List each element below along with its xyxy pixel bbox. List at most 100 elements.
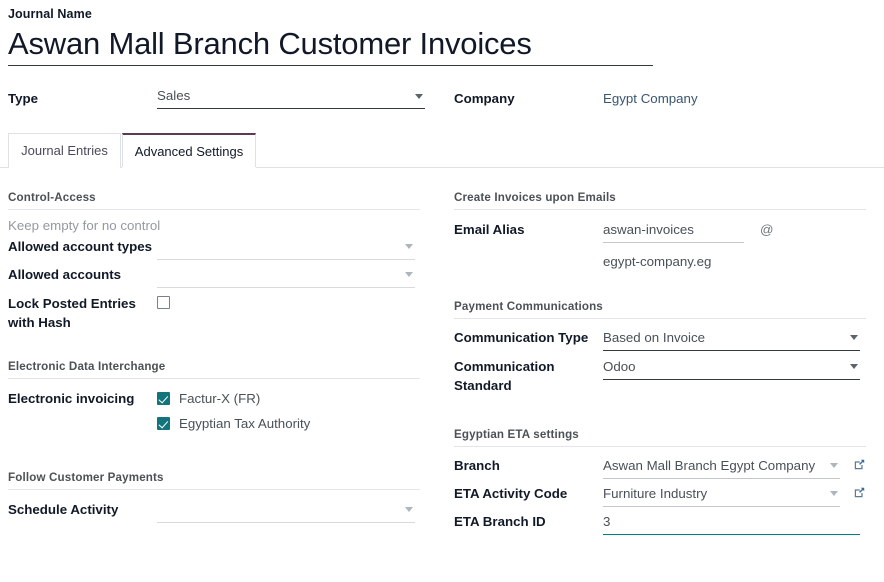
- chevron-down-icon: [830, 463, 838, 468]
- communication-standard-underline: [603, 379, 860, 380]
- section-create-invoices-emails: Create Invoices upon Emails Email Alias …: [454, 190, 866, 271]
- tab-advanced-settings-label: Advanced Settings: [134, 143, 244, 159]
- field-eta-activity-code: ETA Activity Code Furniture Industry: [454, 484, 866, 507]
- branch-internal-link-button[interactable]: [853, 456, 866, 476]
- chevron-down-icon: [405, 272, 413, 277]
- section-follow-customer-payments: Follow Customer Payments Schedule Activi…: [8, 470, 420, 523]
- section-control-access-title: Control-Access: [8, 191, 96, 204]
- edi-option-row[interactable]: Egyptian Tax Authority: [157, 414, 310, 433]
- electronic-invoicing-label: Electronic invoicing: [8, 391, 135, 406]
- type-select-value: Sales: [157, 88, 191, 103]
- email-alias-input[interactable]: aswan-invoices: [603, 220, 744, 243]
- allowed-account-types-select[interactable]: [157, 237, 415, 260]
- section-control-access: Control-Access Keep empty for no control…: [8, 190, 420, 332]
- branch-select[interactable]: Aswan Mall Branch Egypt Company: [603, 456, 840, 479]
- email-alias-value: aswan-invoices: [603, 222, 694, 237]
- allowed-accounts-value: [157, 265, 415, 284]
- communication-standard-label: Communication Standard: [454, 359, 555, 393]
- tab-journal-entries-label: Journal Entries: [21, 143, 108, 158]
- tab-journal-entries[interactable]: Journal Entries: [8, 133, 121, 168]
- lock-posted-entries-checkbox[interactable]: [157, 294, 170, 314]
- at-symbol: @: [760, 222, 774, 237]
- journal-name-underline: [8, 65, 653, 66]
- field-schedule-activity: Schedule Activity: [8, 500, 420, 523]
- external-link-icon[interactable]: [853, 486, 866, 499]
- schedule-activity-value: [157, 500, 415, 519]
- communication-standard-select[interactable]: Odoo: [603, 357, 860, 380]
- allowed-account-types-label: Allowed account types: [8, 239, 153, 254]
- section-edi-title: Electronic Data Interchange: [8, 360, 166, 373]
- section-payment-communications: Payment Communications Communication Typ…: [454, 299, 866, 395]
- tab-advanced-settings[interactable]: Advanced Settings: [122, 133, 256, 169]
- chevron-down-icon: [850, 335, 858, 340]
- section-emails-rule: [454, 209, 866, 210]
- communication-type-select[interactable]: Based on Invoice: [603, 328, 860, 351]
- section-emails-title: Create Invoices upon Emails: [454, 191, 616, 204]
- allowed-accounts-select[interactable]: [157, 265, 415, 288]
- checkbox-checked-icon[interactable]: [157, 417, 170, 430]
- tab-bar: Journal Entries Advanced Settings: [0, 133, 884, 169]
- eta-activity-code-underline: [603, 506, 840, 507]
- eta-branch-id-value: 3: [603, 514, 611, 529]
- field-electronic-invoicing: Electronic invoicing Factur-X (FR) Egypt…: [8, 389, 420, 433]
- section-eta-rule: [454, 446, 866, 447]
- right-column: Create Invoices upon Emails Email Alias …: [454, 190, 866, 536]
- eta-branch-id-input[interactable]: 3: [603, 512, 860, 536]
- edi-option-label: Factur-X (FR): [179, 391, 261, 406]
- communication-type-value: Based on Invoice: [603, 330, 706, 345]
- field-communication-type: Communication Type Based on Invoice: [454, 328, 866, 351]
- allowed-accounts-underline: [157, 287, 415, 288]
- edi-option-label: Egyptian Tax Authority: [179, 416, 311, 431]
- type-underline: [157, 108, 425, 109]
- field-allowed-account-types: Allowed account types: [8, 237, 420, 260]
- branch-underline: [603, 478, 840, 479]
- schedule-activity-label: Schedule Activity: [8, 502, 119, 517]
- email-alias-label: Email Alias: [454, 222, 525, 237]
- schedule-activity-underline: [157, 522, 415, 523]
- eta-activity-code-value: Furniture Industry: [603, 486, 708, 501]
- section-follow-payments-title: Follow Customer Payments: [8, 471, 164, 484]
- email-alias-group: aswan-invoices @ egypt-company.eg: [603, 220, 774, 271]
- field-branch: Branch Aswan Mall Branch Egypt Company: [454, 456, 866, 479]
- edi-option-row[interactable]: Factur-X (FR): [157, 389, 310, 408]
- eta-activity-code-internal-link-button[interactable]: [853, 484, 866, 504]
- communication-type-label: Communication Type: [454, 330, 589, 345]
- schedule-activity-select[interactable]: [157, 500, 415, 523]
- type-label: Type: [8, 91, 39, 106]
- chevron-down-icon: [830, 491, 838, 496]
- field-lock-posted-entries: Lock Posted Entries with Hash: [8, 294, 420, 332]
- eta-activity-code-select[interactable]: Furniture Industry: [603, 484, 840, 507]
- eta-branch-id-underline: [603, 534, 860, 536]
- journal-name-input[interactable]: Aswan Mall Branch Customer Invoices: [8, 24, 653, 64]
- electronic-invoicing-options: Factur-X (FR) Egyptian Tax Authority: [157, 389, 310, 433]
- communication-standard-value: Odoo: [603, 359, 636, 374]
- chevron-down-icon: [405, 244, 413, 249]
- journal-name-label: Journal Name: [8, 7, 92, 21]
- journal-name-field[interactable]: Aswan Mall Branch Customer Invoices: [8, 24, 653, 66]
- chevron-down-icon: [850, 364, 858, 369]
- field-communication-standard: Communication Standard Odoo: [454, 357, 866, 395]
- allowed-accounts-label: Allowed accounts: [8, 267, 122, 282]
- form-header: Journal Name Aswan Mall Branch Customer …: [0, 0, 884, 66]
- allowed-account-types-value: [157, 237, 415, 256]
- control-access-helper-text: Keep empty for no control: [8, 218, 161, 233]
- section-edi-rule: [8, 378, 420, 379]
- section-edi: Electronic Data Interchange Electronic i…: [8, 359, 420, 433]
- eta-activity-code-label: ETA Activity Code: [454, 486, 568, 501]
- lock-posted-entries-label: Lock Posted Entries with Hash: [8, 296, 136, 330]
- checkbox-unchecked-icon[interactable]: [157, 296, 170, 309]
- allowed-account-types-underline: [157, 259, 415, 260]
- external-link-icon[interactable]: [853, 458, 866, 471]
- type-select[interactable]: Sales: [157, 86, 425, 109]
- checkbox-checked-icon[interactable]: [157, 392, 170, 405]
- branch-value: Aswan Mall Branch Egypt Company: [603, 458, 816, 473]
- company-value[interactable]: Egypt Company: [603, 89, 698, 108]
- section-payment-comms-rule: [454, 318, 866, 319]
- eta-branch-id-label: ETA Branch ID: [454, 514, 546, 529]
- section-follow-payments-rule: [8, 489, 420, 490]
- email-alias-underline: [603, 242, 744, 243]
- communication-type-underline: [603, 350, 860, 351]
- journal-form-page: Journal Name Aswan Mall Branch Customer …: [0, 0, 884, 582]
- company-label: Company: [454, 91, 515, 106]
- branch-label: Branch: [454, 458, 500, 473]
